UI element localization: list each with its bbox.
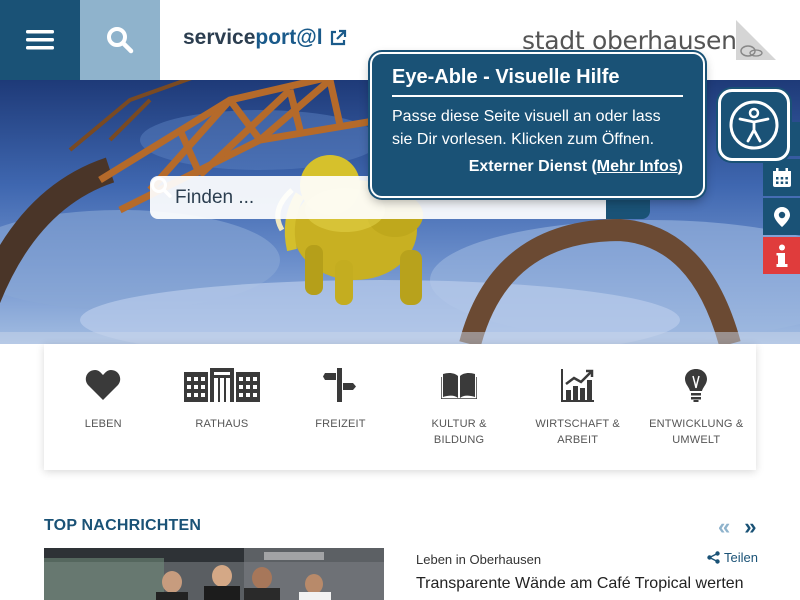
top-news-heading: TOP NACHRICHTEN [44,517,202,534]
location-button[interactable] [763,198,800,235]
location-icon [773,206,790,227]
category-entwicklung-umwelt[interactable]: ENTWICKLUNG & UMWELT [637,344,756,470]
more-info-link[interactable]: Mehr Infos [597,158,678,175]
eye-able-tooltip: Eye-Able - Visuelle Hilfe Passe diese Se… [370,52,705,198]
news-image[interactable] [44,548,384,600]
category-label: ENTWICKLUNG & [649,418,744,430]
town-hall-icon [183,368,260,402]
category-kultur-bildung[interactable]: KULTUR & BILDUNG [400,344,519,470]
accessibility-icon [729,100,779,150]
eye-able-button[interactable] [718,89,790,161]
eye-able-external-note: Externer Dienst (Mehr Infos) [392,158,683,176]
eye-able-text: Passe diese Seite visuell an oder lass s… [392,108,661,148]
info-button[interactable] [763,237,800,274]
news-photo [44,548,384,600]
share-label: Teilen [724,550,758,565]
category-label-line2: UMWELT [672,434,721,446]
category-label: LEBEN [84,418,122,430]
ext-prefix: Externer Dienst ( [468,158,597,175]
news-headline[interactable]: Transparente Wände am Café Tropical wert… [416,575,744,593]
book-icon [441,372,478,399]
menu-button[interactable] [0,0,80,80]
external-link-icon [330,29,346,46]
chart-icon [560,369,594,402]
signpost-icon [323,368,357,402]
category-wirtschaft-arbeit[interactable]: WIRTSCHAFT & ARBEIT [518,344,637,470]
lightbulb-icon [685,369,708,402]
hamburger-icon [26,30,54,50]
share-button[interactable]: Teilen [707,550,758,565]
category-label: FREIZEIT [315,418,366,430]
category-label-line2: ARBEIT [557,434,599,446]
category-rathaus[interactable]: RATHAUS [163,344,282,470]
search-icon [107,27,134,54]
ext-suffix: ) [677,158,683,175]
category-freizeit[interactable]: FREIZEIT [281,344,400,470]
heart-icon [86,370,121,400]
serviceportal-link[interactable]: serviceport@l [183,26,347,50]
calendar-button[interactable] [763,159,800,196]
category-label: RATHAUS [195,418,249,430]
news-category[interactable]: Leben in Oberhausen [416,552,541,567]
service-suffix: port@l [255,26,323,49]
eye-able-title: Eye-Able - Visuelle Hilfe [392,66,683,97]
city-logo-text[interactable]: stadt oberhausen [522,26,737,55]
category-label: WIRTSCHAFT & [535,418,620,430]
category-label: KULTUR & [431,418,487,430]
category-leben[interactable]: LEBEN [44,344,163,470]
news-next-button[interactable]: » [744,514,756,540]
service-prefix: service [183,26,256,49]
category-label-line2: BILDUNG [433,434,485,446]
category-navigation: LEBEN RATHAUS FREIZEIT KULTUR & BILDUNG … [44,344,756,470]
news-carousel-nav: « » [718,514,757,540]
share-icon [707,551,720,564]
info-icon [776,244,787,267]
city-logo-icon[interactable] [736,20,776,60]
search-icon [151,177,172,198]
news-prev-button[interactable]: « [718,514,730,540]
search-toggle-button[interactable] [80,0,160,80]
calendar-icon [772,167,791,187]
